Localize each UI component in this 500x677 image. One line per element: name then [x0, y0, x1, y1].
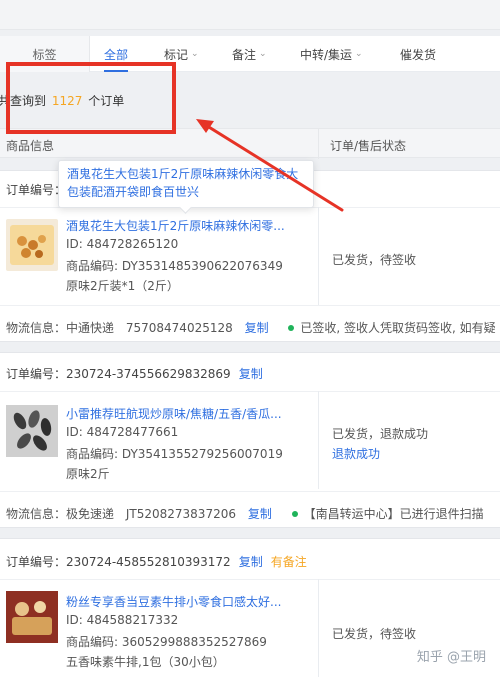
- tab-urge-label: 催发货: [400, 47, 437, 62]
- tooltip-text: 酒鬼花生大包装1斤2斤原味麻辣休闲零食大包装配酒开袋即食百世兴: [67, 167, 299, 199]
- annotation-highlight-box: [6, 62, 176, 134]
- product-spec: 原味2斤: [66, 467, 110, 481]
- tab-note-label: 备注: [232, 47, 257, 62]
- header-order-status: 订单/售后状态: [330, 139, 407, 153]
- tab-all-label: 全部: [104, 47, 129, 62]
- product-code: 商品编码: 3605299888352527869: [66, 635, 267, 649]
- logistics-label: 物流信息：: [6, 321, 67, 335]
- order-card: 订单编号：230724-374556629832869 复制 小雷推荐旺航现炒原味…: [0, 352, 500, 528]
- copy-tracking-button[interactable]: 复制: [245, 321, 269, 335]
- product-title-link[interactable]: 粉丝专享香当豆素牛排小零食口感太好...: [66, 593, 306, 610]
- product-id: ID: 484728265120: [66, 237, 179, 251]
- tracking-number: JT5208273837206: [125, 507, 236, 521]
- order-number-label: 订单编号：: [6, 555, 67, 569]
- order-status: 已发货，退款成功: [332, 427, 429, 441]
- order-number-label: 订单编号：: [6, 183, 67, 197]
- order-number-line: 订单编号：: [6, 181, 66, 198]
- chevron-down-icon: ⌄: [191, 49, 199, 59]
- product-spec: 五香味素牛排,1包（30小包）: [66, 655, 225, 669]
- watermark: 知乎 @王明: [416, 650, 486, 665]
- tab-label-text: 标签: [32, 47, 57, 62]
- status-dot-icon: [288, 325, 295, 331]
- header-product-info: 商品信息: [6, 139, 55, 153]
- order-number: 230724-458552810393172: [66, 555, 231, 569]
- logistics-line: 物流信息：极免速递 JT5208273837206 复制 【南昌转运中心】已进行…: [6, 505, 484, 522]
- tracking-status: 【南昌转运中心】已进行退件扫描: [303, 507, 484, 521]
- divider: [0, 491, 500, 492]
- tab-mark-label: 标记: [164, 47, 189, 62]
- tab-transit-label: 中转/集运: [300, 47, 353, 62]
- order-number-label: 订单编号：: [6, 367, 67, 381]
- tracking-status: 已签收, 签收人凭取货码签收, 如有疑: [300, 321, 496, 335]
- tab-transit[interactable]: 中转/集运 ⌄: [300, 36, 363, 72]
- order-status: 已发货，待签收: [332, 627, 417, 641]
- tab-note[interactable]: 备注 ⌄: [232, 36, 267, 72]
- top-strip: [0, 0, 500, 30]
- product-thumbnail[interactable]: [6, 405, 58, 457]
- logistics-company: 极免速递: [66, 507, 115, 521]
- tab-urge-shipping[interactable]: 催发货: [400, 36, 436, 72]
- chevron-down-icon: ⌄: [355, 49, 363, 59]
- product-title-link[interactable]: 小雷推荐旺航现炒原味/焦糖/五香/香瓜...: [66, 405, 306, 422]
- product-id: ID: 484588217332: [66, 613, 179, 627]
- column-divider: [318, 391, 319, 489]
- order-number-line: 订单编号：230724-458552810393172 复制 有备注: [6, 553, 307, 570]
- chevron-down-icon: ⌄: [259, 49, 267, 59]
- refund-status-link[interactable]: 退款成功: [332, 445, 380, 462]
- order-status: 已发货，待签收: [332, 253, 417, 267]
- order-number-line: 订单编号：230724-374556629832869 复制: [6, 365, 263, 382]
- product-code: 商品编码: DY3531485390622076349: [66, 259, 283, 273]
- product-title-link[interactable]: 酒鬼花生大包装1斤2斤原味麻辣休闲零...: [66, 217, 306, 234]
- column-divider: [318, 207, 319, 305]
- product-code: 商品编码: DY3541355279256007019: [66, 447, 283, 461]
- column-divider: [318, 579, 319, 677]
- product-title-tooltip: 酒鬼花生大包装1斤2斤原味麻辣休闲零食大包装配酒开袋即食百世兴: [58, 160, 314, 208]
- copy-order-button[interactable]: 复制: [239, 367, 263, 381]
- header-divider: [318, 129, 319, 159]
- divider: [0, 305, 500, 306]
- divider: [0, 391, 500, 392]
- copy-order-button[interactable]: 复制: [239, 555, 263, 569]
- logistics-company: 中通快递: [66, 321, 115, 335]
- logistics-label: 物流信息：: [6, 507, 67, 521]
- copy-tracking-button[interactable]: 复制: [248, 507, 272, 521]
- logistics-line: 物流信息：中通快递 75708474025128 复制 已签收, 签收人凭取货码…: [6, 319, 496, 336]
- product-thumbnail[interactable]: [6, 591, 58, 643]
- has-note-badge[interactable]: 有备注: [271, 555, 307, 569]
- tracking-number: 75708474025128: [125, 321, 233, 335]
- product-thumbnail[interactable]: [6, 219, 58, 271]
- status-dot-icon: [291, 511, 298, 517]
- product-id: ID: 484728477661: [66, 425, 179, 439]
- product-spec: 原味2斤装*1（2斤）: [66, 279, 179, 293]
- order-number: 230724-374556629832869: [66, 367, 231, 381]
- divider: [0, 579, 500, 580]
